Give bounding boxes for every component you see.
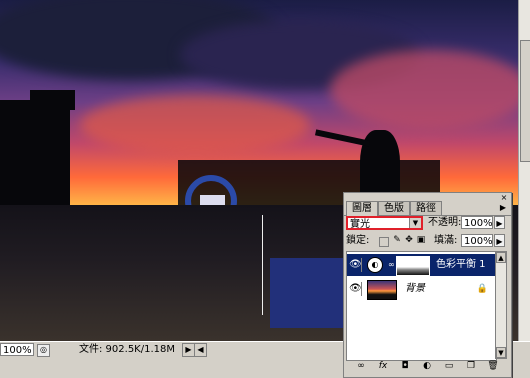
lock-all-icon[interactable]: ▣ [416, 235, 426, 246]
panel-titlebar[interactable] [344, 193, 511, 201]
chevron-down-icon[interactable]: ▼ [409, 218, 421, 228]
vertical-scrollbar[interactable] [518, 0, 530, 341]
tent [270, 258, 350, 328]
tower-light [30, 90, 75, 110]
blend-row: 實光 ▼ 不透明: 100% ▶ [346, 216, 509, 232]
zoom-field[interactable]: 100% [0, 343, 34, 356]
status-info-icon[interactable]: ◎ [37, 344, 50, 357]
scroll-down-icon[interactable]: ▼ [496, 347, 506, 358]
scroll-thumb[interactable] [520, 40, 530, 162]
trash-icon[interactable]: 🗑 [486, 360, 500, 373]
mask-icon[interactable]: ◘ [398, 360, 412, 373]
layer-row-background[interactable]: 👁 背景 🔒 [347, 278, 496, 300]
lock-row: 鎖定: ✎ ✥ ▣ 填滿: 100% ▶ [346, 234, 509, 250]
cloud-shape [330, 50, 518, 130]
hscroll-left-icon[interactable]: ◀ [194, 343, 207, 357]
layer-thumbnail [367, 280, 397, 300]
tab-paths[interactable]: 路徑 [410, 201, 442, 215]
blend-mode-select[interactable]: 實光 ▼ [346, 216, 423, 230]
doc-info: 文件: 902.5K/1.18M [79, 344, 175, 355]
layer-mask-thumbnail[interactable] [396, 256, 430, 276]
layers-panel: × 圖層 色版 路徑 ▶ 實光 ▼ 不透明: 100% ▶ 鎖定: ✎ ✥ ▣ … [343, 192, 512, 378]
fill-input[interactable]: 100% [461, 234, 493, 247]
performer-arm [314, 129, 371, 147]
layer-name[interactable]: 背景 [405, 282, 425, 296]
chain-icon[interactable]: ∞ [388, 259, 395, 271]
layer-name[interactable]: 色彩平衡 1 [436, 258, 486, 272]
lock-label: 鎖定: [346, 235, 370, 246]
new-layer-icon[interactable]: ❐ [464, 360, 478, 373]
eye-icon[interactable]: 👁 [349, 282, 362, 296]
blend-mode-value: 實光 [350, 219, 370, 230]
folder-icon[interactable]: ▭ [442, 360, 456, 373]
eye-icon[interactable]: 👁 [349, 258, 362, 272]
fill-label: 填滿: [434, 235, 458, 246]
adjustment-icon: ◐ [367, 257, 383, 273]
fx-icon[interactable]: fx [376, 360, 390, 373]
layer-row-color-balance[interactable]: 👁 ◐ ∞ 色彩平衡 1 [347, 254, 496, 276]
lock-icon: 🔒 [476, 284, 488, 294]
panel-tabs: 圖層 色版 路徑 [344, 201, 511, 216]
opacity-slider-icon[interactable]: ▶ [494, 216, 505, 229]
panel-menu-icon[interactable]: ▶ [498, 203, 508, 212]
tab-layers[interactable]: 圖層 [346, 201, 378, 216]
lock-paint-icon[interactable]: ✎ [392, 235, 402, 246]
link-icon[interactable]: ∞ [354, 360, 368, 373]
annotation-line [262, 215, 263, 315]
new-adjustment-icon[interactable]: ◐ [420, 360, 434, 373]
opacity-input[interactable]: 100% [461, 216, 493, 229]
scroll-up-icon[interactable]: ▲ [496, 252, 506, 263]
tab-channels[interactable]: 色版 [378, 201, 410, 215]
opacity-label: 不透明: [428, 217, 462, 228]
fill-slider-icon[interactable]: ▶ [494, 234, 505, 247]
layers-list: 👁 ◐ ∞ 色彩平衡 1 👁 背景 🔒 [346, 251, 497, 361]
cloud-shape [80, 95, 310, 155]
tower-left [0, 100, 70, 210]
layers-scrollbar[interactable]: ▲ ▼ [495, 251, 507, 359]
lock-transparency-icon[interactable] [379, 237, 389, 247]
lock-move-icon[interactable]: ✥ [404, 235, 414, 246]
panel-bottom-bar: ∞ fx ◘ ◐ ▭ ❐ 🗑 [346, 360, 509, 374]
